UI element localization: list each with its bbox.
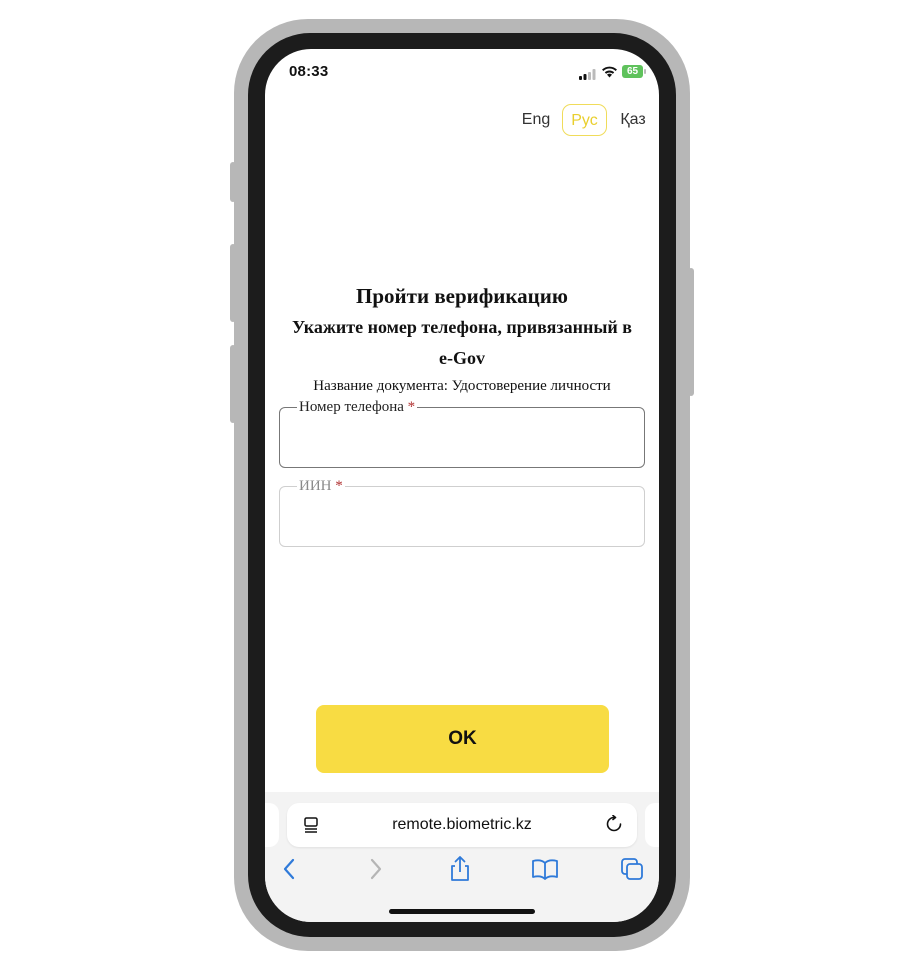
required-mark: * <box>407 399 416 415</box>
lang-eng[interactable]: Eng <box>516 104 556 136</box>
phone-field-label: Номер телефона * <box>297 399 418 416</box>
status-time: 08:33 <box>289 63 329 80</box>
ok-button[interactable]: OK <box>316 705 609 773</box>
iin-field-label: ИИН * <box>297 478 345 495</box>
document-name: Название документа: Удостоверение личнос… <box>313 378 611 394</box>
page-subtitle-line1: Укажите номер телефона, привязанный в <box>292 317 632 337</box>
bookmarks-icon[interactable] <box>530 854 560 884</box>
battery-tip <box>644 69 646 74</box>
home-indicator <box>389 909 535 914</box>
reload-icon[interactable] <box>605 814 623 838</box>
phone-screen: 08:33 65 Eng Рус Қаз Пройти верификацию … <box>265 49 659 922</box>
next-tab-pill[interactable] <box>645 803 659 847</box>
signal-icon <box>579 67 596 85</box>
iin-field[interactable]: ИИН * <box>279 478 645 547</box>
share-icon[interactable] <box>445 854 475 884</box>
back-icon[interactable] <box>274 854 304 884</box>
tabs-icon[interactable] <box>617 854 647 884</box>
address-bar[interactable]: remote.biometric.kz <box>287 803 637 847</box>
url-text: remote.biometric.kz <box>392 816 532 833</box>
lang-kaz[interactable]: Қаз <box>614 104 652 136</box>
wifi-icon <box>601 65 618 83</box>
battery-level: 65 <box>626 66 639 77</box>
required-mark: * <box>335 478 343 494</box>
lang-rus[interactable]: Рус <box>562 104 607 136</box>
prev-tab-pill[interactable] <box>265 803 279 847</box>
page-title: Пройти верификацию <box>356 284 568 308</box>
phone-field[interactable]: Номер телефона * <box>279 399 645 468</box>
page-subtitle-line2: e-Gov <box>439 348 485 368</box>
forward-icon[interactable] <box>361 854 391 884</box>
battery-icon: 65 <box>622 65 643 78</box>
